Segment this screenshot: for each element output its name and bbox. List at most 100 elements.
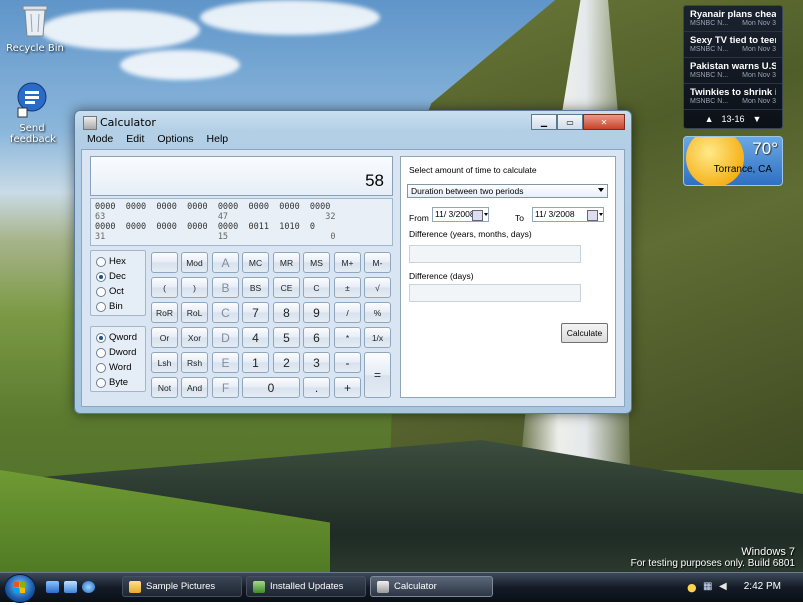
feed-item[interactable]: Ryanair plans cheap ... MSNBC N... Mon No… — [684, 6, 782, 32]
key-add[interactable]: + — [334, 377, 361, 398]
calculate-button[interactable]: Calculate — [561, 323, 608, 343]
recycle-bin-label: Recycle Bin — [6, 43, 64, 54]
radio-dec[interactable]: Dec — [91, 269, 145, 284]
key-rol[interactable]: RoL — [181, 302, 208, 323]
radio-oct[interactable]: Oct — [91, 284, 145, 299]
key-or[interactable]: Or — [151, 327, 178, 348]
menu-options[interactable]: Options — [157, 133, 193, 147]
key-ror[interactable]: RoR — [151, 302, 178, 323]
key-subtract[interactable]: - — [334, 352, 361, 373]
key-percent[interactable]: % — [364, 302, 391, 323]
close-icon: ✕ — [600, 117, 608, 127]
key-close-paren[interactable]: ) — [181, 277, 208, 298]
user-icon[interactable]: ● — [687, 581, 697, 594]
feed-item[interactable]: Twinkies to shrink in ... MSNBC N... Mon … — [684, 84, 782, 110]
taskbar: Sample Pictures Installed Updates Calcul… — [0, 572, 803, 603]
key-6[interactable]: 6 — [303, 327, 330, 348]
radio-dword[interactable]: Dword — [91, 345, 145, 360]
menu-bar: Mode Edit Options Help — [81, 133, 625, 147]
key-reciprocal[interactable]: 1/x — [364, 327, 391, 348]
key-hex-a[interactable]: A — [212, 252, 239, 273]
from-date-picker[interactable]: 11/ 3/2008 — [432, 207, 489, 222]
clock[interactable]: 2:42 PM — [744, 581, 781, 592]
switch-windows-icon[interactable] — [64, 581, 77, 593]
key-backspace[interactable]: BS — [242, 277, 269, 298]
key-hex-c[interactable]: C — [212, 302, 239, 323]
key-hex-f[interactable]: F — [212, 377, 239, 398]
key-m-plus[interactable]: M+ — [334, 252, 361, 273]
key-mc[interactable]: MC — [242, 252, 269, 273]
radio-dot-icon — [96, 377, 106, 388]
key-5[interactable]: 5 — [273, 327, 300, 348]
key-rsh[interactable]: Rsh — [181, 352, 208, 373]
news-feed-gadget: Ryanair plans cheap ... MSNBC N... Mon No… — [683, 5, 783, 129]
feed-item-date: Mon Nov 3 — [742, 98, 776, 105]
key-open-paren[interactable]: ( — [151, 277, 178, 298]
key-decimal[interactable]: . — [303, 377, 330, 398]
key-1[interactable]: 1 — [242, 352, 269, 373]
menu-help[interactable]: Help — [207, 133, 229, 147]
key-negate[interactable]: ± — [334, 277, 361, 298]
key-m-minus[interactable]: M- — [364, 252, 391, 273]
network-icon[interactable]: ▦ — [703, 581, 712, 592]
volume-icon[interactable]: ◀ — [719, 581, 727, 592]
key-ms[interactable]: MS — [303, 252, 330, 273]
key-hex-b[interactable]: B — [212, 277, 239, 298]
calculator-app-icon — [83, 116, 97, 130]
feed-item[interactable]: Sexy TV tied to teen ... MSNBC N... Mon N… — [684, 32, 782, 58]
date-mode-dropdown[interactable]: Duration between two periods — [407, 184, 608, 198]
key-blank[interactable] — [151, 252, 178, 273]
key-clear-entry[interactable]: CE — [273, 277, 300, 298]
desktop-icon-send-feedback[interactable]: Send feedback — [0, 82, 67, 145]
key-3[interactable]: 3 — [303, 352, 330, 373]
weather-gadget[interactable]: 70° Torrance, CA — [683, 136, 783, 186]
key-0[interactable]: 0 — [242, 377, 300, 398]
feed-item-title: Twinkies to shrink in ... — [690, 87, 776, 98]
feed-next-button[interactable]: ▼ — [753, 114, 762, 124]
radio-bin[interactable]: Bin — [91, 299, 145, 314]
radio-hex[interactable]: Hex — [91, 254, 145, 269]
minimize-button[interactable]: ▁ — [531, 114, 557, 130]
key-9[interactable]: 9 — [303, 302, 330, 323]
taskbar-button-calculator[interactable]: Calculator — [370, 576, 493, 597]
key-multiply[interactable]: * — [334, 327, 361, 348]
radio-byte[interactable]: Byte — [91, 375, 145, 390]
key-mod[interactable]: Mod — [181, 252, 208, 273]
radio-word[interactable]: Word — [91, 360, 145, 375]
to-date-picker[interactable]: 11/ 3/2008 — [532, 207, 604, 222]
feed-prev-button[interactable]: ▲ — [705, 114, 714, 124]
radio-qword[interactable]: Qword — [91, 330, 145, 345]
key-7[interactable]: 7 — [242, 302, 269, 323]
menu-edit[interactable]: Edit — [126, 133, 144, 147]
start-button[interactable] — [4, 574, 36, 603]
title-bar[interactable]: Calculator ▁ ▭ ✕ — [75, 111, 631, 133]
radio-label: Dec — [109, 271, 126, 282]
key-hex-e[interactable]: E — [212, 352, 239, 373]
key-equals[interactable]: = — [364, 352, 391, 398]
taskbar-button-installed-updates[interactable]: Installed Updates — [246, 576, 366, 597]
key-2[interactable]: 2 — [273, 352, 300, 373]
key-8[interactable]: 8 — [273, 302, 300, 323]
key-hex-d[interactable]: D — [212, 327, 239, 348]
radio-label: Oct — [109, 286, 124, 297]
key-mr[interactable]: MR — [273, 252, 300, 273]
desktop-icon-recycle-bin[interactable]: Recycle Bin — [0, 2, 70, 54]
close-button[interactable]: ✕ — [583, 114, 625, 130]
key-4[interactable]: 4 — [242, 327, 269, 348]
key-and[interactable]: And — [181, 377, 208, 398]
key-xor[interactable]: Xor — [181, 327, 208, 348]
show-desktop-icon[interactable] — [46, 581, 59, 593]
key-divide[interactable]: / — [334, 302, 361, 323]
internet-explorer-icon[interactable] — [82, 581, 95, 593]
watermark-line1: Windows 7 — [741, 546, 795, 558]
key-clear[interactable]: C — [303, 277, 330, 298]
maximize-button[interactable]: ▭ — [557, 114, 583, 130]
cloud — [200, 0, 380, 35]
key-not[interactable]: Not — [151, 377, 178, 398]
calendar-icon — [587, 210, 598, 221]
feed-item[interactable]: Pakistan warns U.S. ... MSNBC N... Mon No… — [684, 58, 782, 84]
key-sqrt[interactable]: √ — [364, 277, 391, 298]
taskbar-button-sample-pictures[interactable]: Sample Pictures — [122, 576, 242, 597]
key-lsh[interactable]: Lsh — [151, 352, 178, 373]
menu-mode[interactable]: Mode — [87, 133, 113, 147]
